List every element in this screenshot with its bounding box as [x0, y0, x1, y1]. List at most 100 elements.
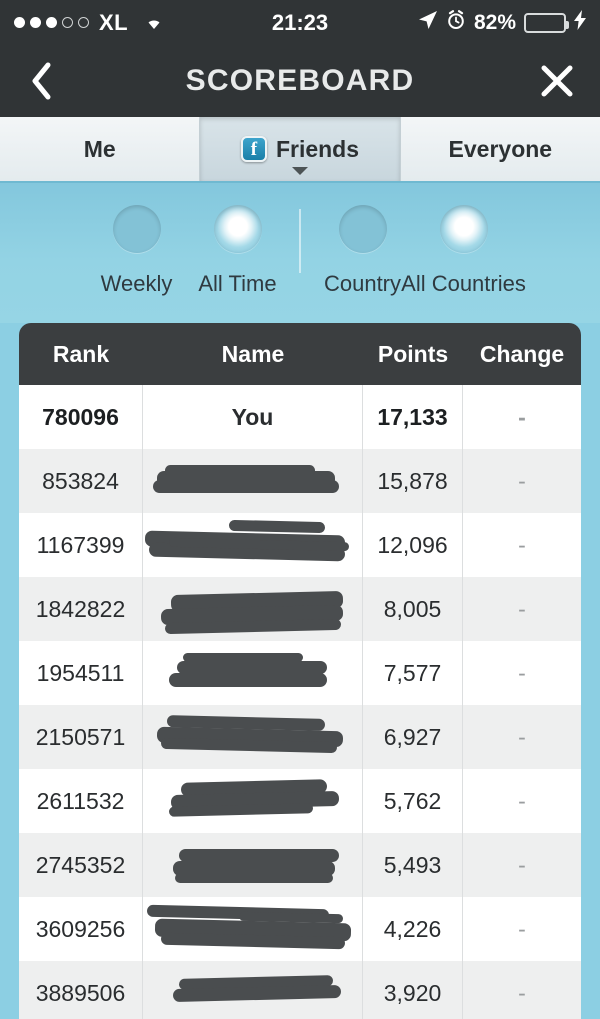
filter-label-all-time: All Time	[198, 271, 277, 296]
tab-everyone-label: Everyone	[448, 135, 553, 162]
redaction-mark	[175, 873, 333, 883]
tab-me-label: Me	[83, 135, 116, 162]
scoreboard-table: Rank Name Points Change 780096 You 17,133 -…	[19, 323, 581, 1019]
table-row[interactable]: 3889506 3,920 -	[19, 961, 581, 1019]
cell-points: 6,927	[363, 705, 463, 769]
filter-option-all-countries[interactable]: All Countries	[401, 205, 526, 297]
status-bar: XL 21:23 82%	[0, 0, 600, 45]
cell-change: -	[518, 595, 526, 622]
table-header-row: Rank Name Points Change	[19, 323, 581, 385]
tab-friends-label: Friends	[275, 135, 360, 162]
cell-name	[143, 449, 363, 513]
cell-points: 5,762	[363, 769, 463, 833]
cell-change: -	[518, 659, 526, 686]
period-filter-group: Weekly All Time	[86, 205, 288, 297]
radio-country[interactable]	[338, 205, 387, 253]
close-button[interactable]	[540, 64, 574, 98]
signal-strength-icon	[14, 17, 89, 28]
cell-rank: 1842822	[19, 577, 143, 641]
cell-rank: 853824	[19, 449, 143, 513]
column-header-name: Name	[221, 340, 285, 367]
table-row[interactable]: 1167399 12,096 -	[19, 513, 581, 577]
cell-rank: 2745352	[19, 833, 143, 897]
battery-percent-label: 82%	[473, 10, 516, 34]
cell-name	[143, 641, 363, 705]
filter-option-all-time[interactable]: All Time	[187, 205, 288, 297]
cell-points: 12,096	[363, 513, 463, 577]
redaction-mark	[153, 480, 339, 493]
filter-label-country: Country	[323, 271, 402, 296]
redaction-mark	[168, 803, 314, 817]
redaction-mark	[172, 984, 342, 1003]
cell-name	[143, 961, 363, 1019]
column-header-rank: Rank	[52, 340, 110, 367]
cell-name	[143, 513, 363, 577]
filter-option-country[interactable]: Country	[312, 205, 413, 297]
cell-points: 4,226	[363, 897, 463, 961]
cell-rank: 1954511	[19, 641, 143, 705]
cell-name	[143, 897, 363, 961]
filter-divider	[299, 209, 301, 273]
chevron-left-icon	[32, 62, 51, 100]
filter-label-weekly: Weekly	[100, 271, 173, 296]
cell-points: 8,005	[363, 577, 463, 641]
cell-change: -	[518, 467, 526, 494]
cell-rank: 3889506	[19, 961, 143, 1019]
tab-friends[interactable]: f Friends	[200, 117, 401, 181]
cell-rank: 2150571	[19, 705, 143, 769]
close-x-icon	[541, 65, 573, 97]
table-body: 780096 You 17,133 - 853824 15,878 - 1167399 12,0…	[19, 385, 581, 1019]
table-row[interactable]: 3609256 4,226 -	[19, 897, 581, 961]
cell-change: -	[518, 531, 526, 558]
cell-rank: 2611532	[19, 769, 143, 833]
table-row[interactable]: 853824 15,878 -	[19, 449, 581, 513]
filter-bar: Weekly All Time Country All Countries	[0, 183, 600, 323]
cell-rank: 3609256	[19, 897, 143, 961]
redaction-mark	[165, 465, 315, 476]
redaction-mark	[183, 653, 303, 662]
table-row[interactable]: 1954511 7,577 -	[19, 641, 581, 705]
cell-name	[143, 833, 363, 897]
table-row[interactable]: 2611532 5,762 -	[19, 769, 581, 833]
nav-bar: SCOREBOARD	[0, 45, 600, 117]
back-button[interactable]	[26, 59, 56, 103]
cell-name	[143, 577, 363, 641]
cell-change: -	[518, 723, 526, 750]
redaction-mark	[228, 519, 326, 534]
redaction-mark	[169, 673, 327, 687]
cell-change: -	[518, 915, 526, 942]
cell-points: 5,493	[363, 833, 463, 897]
location-arrow-icon	[418, 10, 438, 35]
player-name: You	[231, 403, 274, 430]
cell-rank: 1167399	[19, 513, 143, 577]
cell-change: -	[518, 979, 526, 1006]
radio-all-countries[interactable]	[439, 205, 488, 253]
cell-points: 15,878	[363, 449, 463, 513]
status-bar-left: XL	[14, 10, 167, 36]
cell-change: -	[518, 403, 526, 430]
page-title: SCOREBOARD	[185, 64, 415, 97]
cell-points: 7,577	[363, 641, 463, 705]
cell-name: You	[143, 385, 363, 449]
battery-icon	[524, 12, 569, 33]
tab-me[interactable]: Me	[0, 117, 201, 181]
cell-change: -	[518, 787, 526, 814]
filter-option-weekly[interactable]: Weekly	[86, 205, 187, 297]
table-row[interactable]: 1842822 8,005 -	[19, 577, 581, 641]
tab-everyone[interactable]: Everyone	[400, 117, 600, 181]
facebook-icon: f	[240, 136, 267, 162]
table-row[interactable]: 2745352 5,493 -	[19, 833, 581, 897]
column-header-change: Change	[479, 340, 565, 367]
radio-weekly[interactable]	[112, 205, 161, 253]
table-row[interactable]: 780096 You 17,133 -	[19, 385, 581, 449]
chevron-down-icon	[291, 167, 308, 175]
alarm-clock-icon	[446, 10, 466, 35]
cell-points: 17,133	[363, 385, 463, 449]
table-row[interactable]: 2150571 6,927 -	[19, 705, 581, 769]
carrier-label: XL	[99, 9, 129, 35]
column-header-points: Points	[377, 340, 449, 367]
cell-name	[143, 769, 363, 833]
radio-all-time[interactable]	[213, 205, 262, 253]
cell-points: 3,920	[363, 961, 463, 1019]
status-bar-right: 82%	[418, 10, 586, 35]
